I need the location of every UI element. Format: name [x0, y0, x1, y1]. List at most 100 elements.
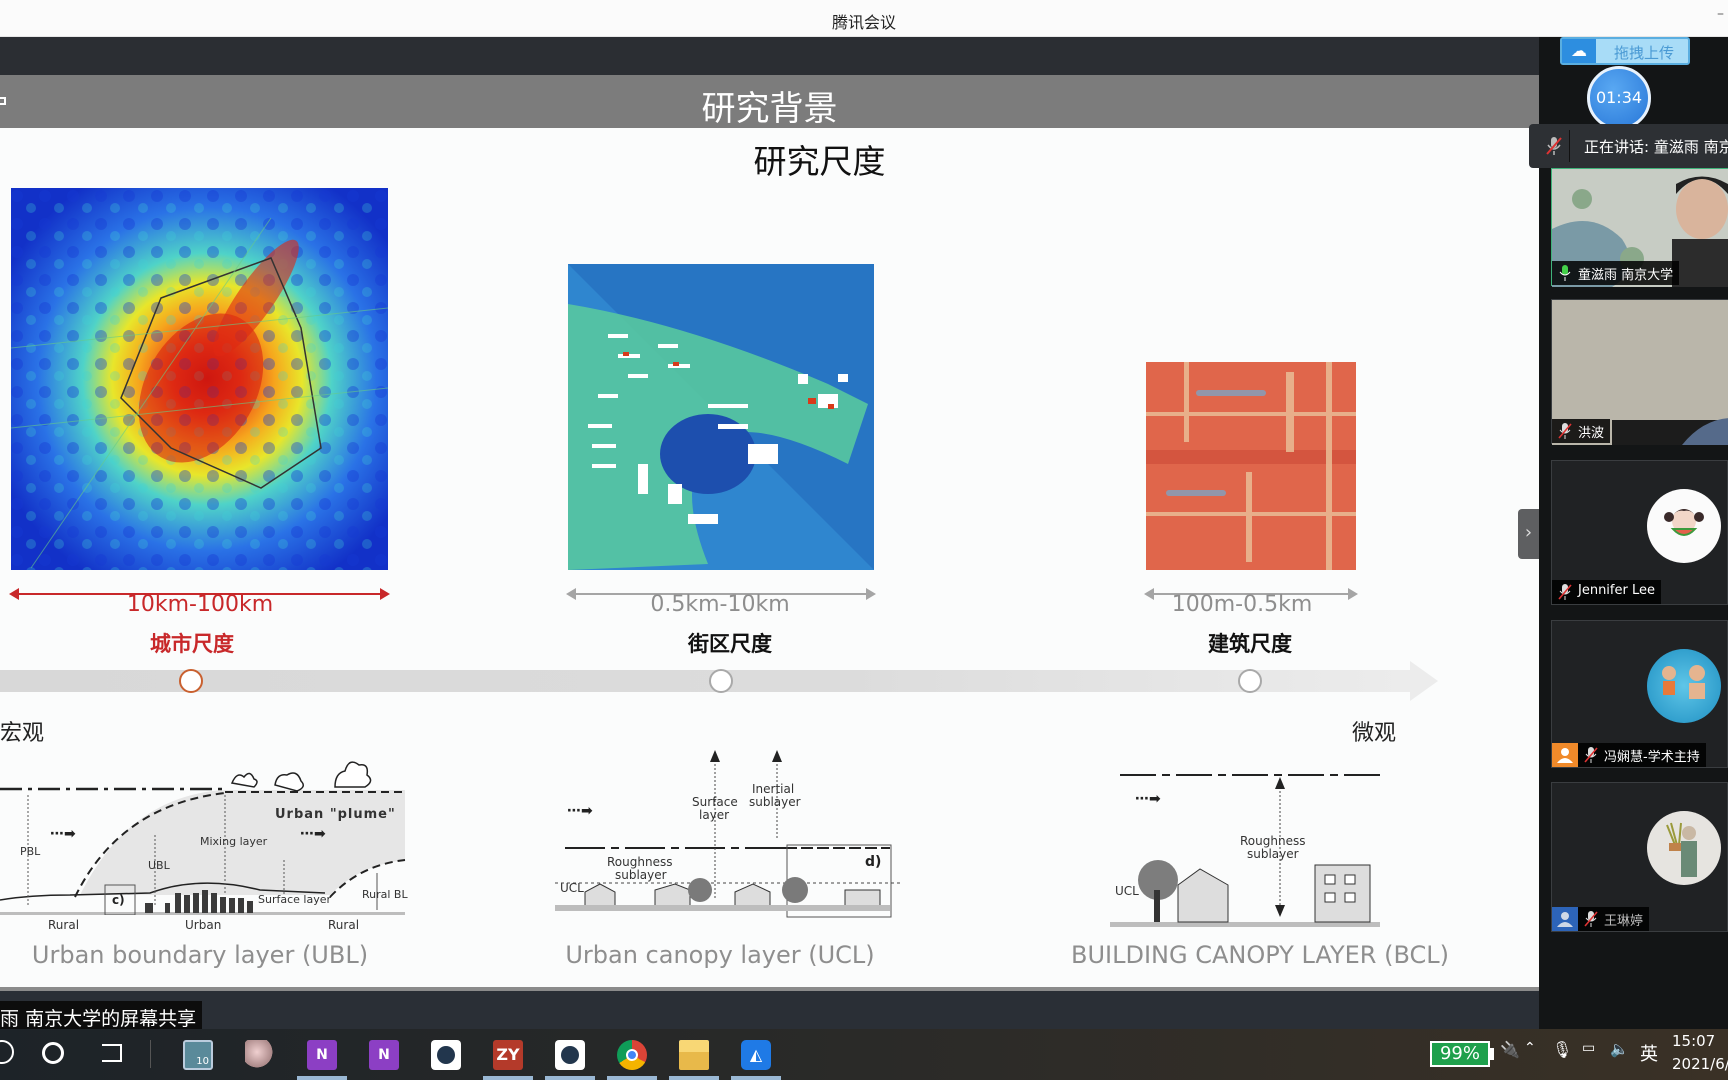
svg-text:Mixing layer: Mixing layer	[200, 835, 268, 848]
slide-title: 研究背景	[701, 89, 838, 129]
participant-name-tag: 冯娴慧-学术主持	[1578, 743, 1706, 767]
cortana-icon[interactable]	[42, 1042, 64, 1064]
participant-name: 童滋雨 南京大学	[1578, 268, 1674, 283]
onenote-2-icon[interactable]: N	[369, 1040, 399, 1070]
svg-text:Urban "plume": Urban "plume"	[275, 807, 396, 822]
share-prefix: 雨	[0, 1008, 20, 1030]
scale-marker-block	[709, 669, 733, 693]
participant-name: 王琳婷	[1604, 914, 1644, 929]
battery-indicator[interactable]: 99%	[1430, 1041, 1490, 1067]
svg-text:Surface: Surface	[692, 795, 738, 809]
participant-name-tag: Jennifer Lee	[1552, 580, 1661, 604]
participant-name: 冯娴慧-学术主持	[1604, 750, 1700, 765]
participant-name: Jennifer Lee	[1578, 583, 1655, 598]
snipping-tool-icon[interactable]	[245, 1040, 275, 1070]
scale-marker-building	[1238, 669, 1262, 693]
scale-marker-urban	[179, 669, 203, 693]
bcl-diagram: Roughness sublayer UCL ⋯➡	[1110, 774, 1410, 1000]
participant-name: 洪波	[1578, 426, 1605, 441]
participant-tile[interactable]: 冯娴慧-学术主持	[1551, 620, 1728, 768]
building-heat-map	[1146, 362, 1356, 570]
file-explorer-icon[interactable]	[679, 1040, 709, 1070]
chrome-icon[interactable]	[617, 1040, 647, 1070]
window-title: 腾讯会议	[831, 13, 896, 32]
participant-tile[interactable]: 洪波	[1551, 299, 1728, 445]
system-clock[interactable]: 15:07 2021/6/	[1672, 1030, 1728, 1076]
ubl-caption: Urban boundary layer (UBL)	[31, 941, 369, 969]
clock-time: 15:07	[1672, 1032, 1716, 1050]
app-active-indicator	[731, 1076, 781, 1080]
ubl-label-rural-right: Rural	[328, 918, 360, 932]
ucl-caption: Urban canopy layer (UCL)	[565, 941, 875, 969]
scale-label-urban: 城市尺度	[150, 632, 234, 656]
drag-upload-button[interactable]: ☁ 拖拽上传	[1560, 37, 1690, 65]
svg-text:sublayer: sublayer	[615, 868, 667, 882]
svg-text:Rural BL: Rural BL	[362, 888, 408, 901]
share-toolbar	[0, 37, 1539, 75]
zotero-icon[interactable]: ZY	[493, 1040, 523, 1070]
app-10-icon[interactable]: 10	[183, 1040, 213, 1070]
screen-share-label: 雨 南京大学的屏幕共享	[0, 1001, 203, 1031]
range-label-block: 0.5km-10km	[650, 592, 790, 617]
host-role-icon	[1552, 743, 1578, 767]
clock-date: 2021/6/	[1672, 1055, 1728, 1073]
volume-icon[interactable]: 🔈	[1610, 1040, 1629, 1058]
onenote-icon[interactable]: N	[307, 1040, 337, 1070]
microphone-icon[interactable]: 🎙	[1552, 1040, 1572, 1059]
participant-avatar	[1647, 649, 1721, 723]
meeting-timer[interactable]: 01:34	[1587, 66, 1651, 130]
svg-text:UCL: UCL	[1115, 884, 1139, 898]
svg-text:⋯➡: ⋯➡	[1135, 791, 1161, 807]
svg-text:UBL: UBL	[148, 859, 171, 872]
minimize-button[interactable]: –	[1717, 6, 1724, 22]
svg-text:Roughness: Roughness	[1240, 834, 1305, 848]
scale-label-building: 建筑尺度	[1208, 632, 1292, 656]
app-blue-icon[interactable]	[431, 1040, 461, 1070]
app-active-indicator	[669, 1076, 719, 1080]
tencent-meeting-icon[interactable]: ◭	[741, 1040, 771, 1070]
participant-avatar	[1647, 811, 1721, 885]
scale-axis-arrowhead	[1410, 661, 1438, 701]
speaking-text: 正在讲话: 童滋雨 南京	[1584, 138, 1728, 156]
svg-text:sublayer: sublayer	[749, 795, 801, 809]
bcl-caption: BUILDING CANOPY LAYER (BCL)	[1071, 941, 1449, 969]
svg-text:PBL: PBL	[20, 845, 41, 858]
ubl-box-label: c)	[112, 893, 125, 907]
share-bottom-bar	[0, 987, 1539, 1029]
svg-text:layer: layer	[699, 808, 729, 822]
window-titlebar: 腾讯会议 –	[0, 0, 1728, 37]
mic-muted-icon	[1546, 137, 1562, 155]
chevron-up-icon[interactable]: ⌃	[1524, 1040, 1536, 1056]
share-text: 南京大学的屏幕共享	[25, 1008, 197, 1030]
app-active-indicator	[545, 1076, 595, 1080]
svg-text:Roughness: Roughness	[607, 855, 672, 869]
taskbar-separator	[150, 1040, 151, 1068]
urban-heat-map	[11, 188, 388, 570]
svg-text:⋯➡: ⋯➡	[300, 826, 326, 842]
svg-text:sublayer: sublayer	[1247, 847, 1299, 861]
speaking-indicator: 正在讲话: 童滋雨 南京	[1529, 124, 1728, 168]
app-active-indicator	[607, 1076, 657, 1080]
slide-header: 研究背景	[0, 75, 1539, 129]
shared-slide: 研究背景 研究尺度 10km-100km 0.5km-10km 100m-0.5…	[0, 75, 1539, 987]
participant-tile[interactable]: 童滋雨 南京大学	[1551, 168, 1728, 287]
mic-muted-icon	[1584, 911, 1598, 927]
app-active-indicator	[483, 1076, 533, 1080]
participant-tile[interactable]: 王琳婷	[1551, 782, 1728, 932]
range-label-urban: 10km-100km	[126, 592, 274, 617]
ime-indicator[interactable]: 英	[1640, 1040, 1658, 1066]
upload-label: 拖拽上传	[1614, 44, 1675, 62]
svg-text:Inertial: Inertial	[752, 782, 794, 796]
mic-muted-icon	[1584, 747, 1598, 763]
power-plug-icon[interactable]: 🔌	[1500, 1040, 1520, 1059]
task-view-icon[interactable]	[102, 1044, 122, 1062]
chevron-right-icon: ›	[1524, 522, 1533, 543]
participant-tile[interactable]: Jennifer Lee	[1551, 460, 1728, 605]
axis-label-micro: 微观	[1352, 721, 1397, 746]
app-blue-2-icon[interactable]	[555, 1040, 585, 1070]
battery-tip	[1490, 1048, 1494, 1060]
ubl-label-rural-left: Rural	[48, 918, 80, 932]
collapse-panel-button[interactable]: ›	[1518, 509, 1539, 559]
battery-icon[interactable]: ▭	[1582, 1040, 1595, 1056]
participant-avatar	[1647, 489, 1721, 563]
